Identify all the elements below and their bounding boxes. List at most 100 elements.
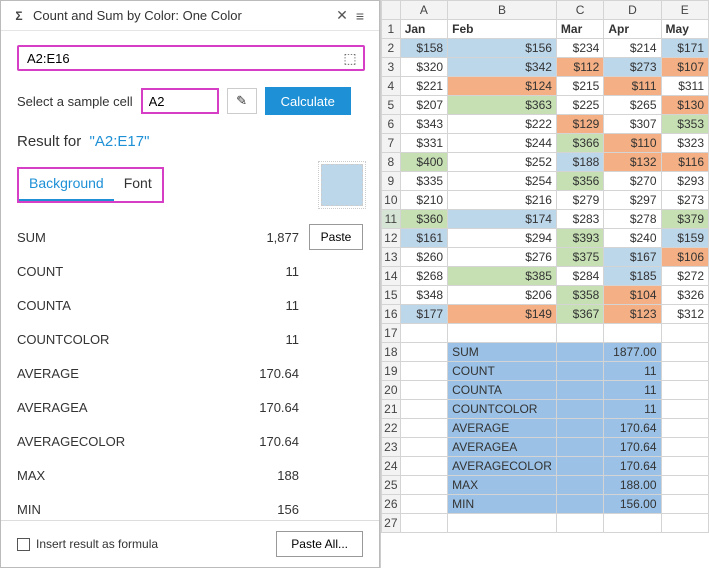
data-cell[interactable]: $272 [661,267,708,286]
data-cell[interactable]: $283 [556,210,603,229]
summary-value[interactable]: 156.00 [604,495,661,514]
row-header[interactable]: 7 [382,134,401,153]
data-cell[interactable]: $356 [556,172,603,191]
row-header[interactable]: 21 [382,400,401,419]
row-header[interactable]: 16 [382,305,401,324]
data-cell[interactable]: $353 [661,115,708,134]
summary-cell[interactable] [556,362,603,381]
data-cell[interactable]: $149 [448,305,557,324]
data-cell[interactable]: $320 [400,58,447,77]
header-cell[interactable]: Jan [400,20,447,39]
summary-value[interactable]: 11 [604,400,661,419]
data-cell[interactable]: $244 [448,134,557,153]
data-cell[interactable]: $123 [604,305,661,324]
row-header[interactable]: 8 [382,153,401,172]
data-cell[interactable]: $177 [400,305,447,324]
data-cell[interactable]: $215 [556,77,603,96]
data-cell[interactable]: $312 [661,305,708,324]
row-header[interactable]: 1 [382,20,401,39]
summary-cell[interactable] [556,457,603,476]
summary-label[interactable]: MAX [448,476,557,495]
summary-label[interactable]: COUNT [448,362,557,381]
col-header[interactable]: D [604,1,661,20]
range-input[interactable] [17,45,365,71]
data-cell[interactable]: $348 [400,286,447,305]
row-header[interactable]: 26 [382,495,401,514]
summary-cell[interactable] [556,419,603,438]
row-header[interactable]: 18 [382,343,401,362]
menu-icon[interactable]: ≡ [351,8,369,24]
summary-label[interactable]: COUNTA [448,381,557,400]
data-cell[interactable]: $174 [448,210,557,229]
data-cell[interactable]: $363 [448,96,557,115]
data-cell[interactable]: $366 [556,134,603,153]
data-cell[interactable]: $335 [400,172,447,191]
data-cell[interactable]: $225 [556,96,603,115]
data-cell[interactable]: $206 [448,286,557,305]
row-header[interactable]: 25 [382,476,401,495]
row-header[interactable]: 5 [382,96,401,115]
data-cell[interactable]: $124 [448,77,557,96]
summary-label[interactable]: AVERAGE [448,419,557,438]
data-cell[interactable]: $111 [604,77,661,96]
data-cell[interactable]: $393 [556,229,603,248]
col-header[interactable]: E [661,1,708,20]
summary-value[interactable]: 11 [604,381,661,400]
data-cell[interactable]: $284 [556,267,603,286]
summary-cell[interactable] [556,495,603,514]
data-cell[interactable]: $161 [400,229,447,248]
data-cell[interactable]: $106 [661,248,708,267]
summary-label[interactable]: AVERAGEA [448,438,557,457]
spreadsheet[interactable]: ABCDE1JanFebMarAprMay2$158$156$234$214$1… [380,0,709,568]
data-cell[interactable]: $240 [604,229,661,248]
data-cell[interactable]: $221 [400,77,447,96]
data-cell[interactable]: $107 [661,58,708,77]
data-cell[interactable]: $343 [400,115,447,134]
data-cell[interactable]: $297 [604,191,661,210]
corner-cell[interactable] [382,1,401,20]
sample-input[interactable] [141,88,219,114]
data-cell[interactable]: $110 [604,134,661,153]
data-cell[interactable]: $379 [661,210,708,229]
data-cell[interactable]: $104 [604,286,661,305]
data-cell[interactable]: $400 [400,153,447,172]
data-cell[interactable]: $210 [400,191,447,210]
data-cell[interactable]: $331 [400,134,447,153]
data-cell[interactable]: $375 [556,248,603,267]
data-cell[interactable]: $367 [556,305,603,324]
row-header[interactable]: 14 [382,267,401,286]
summary-value[interactable]: 170.64 [604,419,661,438]
header-cell[interactable]: Apr [604,20,661,39]
summary-label[interactable]: COUNTCOLOR [448,400,557,419]
close-icon[interactable]: ✕ [333,7,351,24]
color-swatch[interactable] [321,164,363,206]
data-cell[interactable]: $156 [448,39,557,58]
data-cell[interactable]: $234 [556,39,603,58]
header-cell[interactable]: Mar [556,20,603,39]
row-header[interactable]: 24 [382,457,401,476]
summary-value[interactable]: 170.64 [604,457,661,476]
data-cell[interactable]: $207 [400,96,447,115]
tab-font[interactable]: Font [114,169,162,201]
col-header[interactable]: A [400,1,447,20]
row-header[interactable]: 10 [382,191,401,210]
row-header[interactable]: 4 [382,77,401,96]
range-selector-icon[interactable]: ⬚ [337,45,363,71]
data-cell[interactable]: $311 [661,77,708,96]
row-header[interactable]: 17 [382,324,401,343]
data-cell[interactable]: $270 [604,172,661,191]
data-cell[interactable]: $112 [556,58,603,77]
tab-background[interactable]: Background [19,169,114,201]
col-header[interactable]: B [448,1,557,20]
row-header[interactable]: 22 [382,419,401,438]
row-header[interactable]: 3 [382,58,401,77]
row-header[interactable]: 27 [382,514,401,533]
data-cell[interactable]: $326 [661,286,708,305]
data-cell[interactable]: $216 [448,191,557,210]
data-cell[interactable]: $307 [604,115,661,134]
summary-label[interactable]: MIN [448,495,557,514]
row-header[interactable]: 15 [382,286,401,305]
header-cell[interactable]: Feb [448,20,557,39]
header-cell[interactable]: May [661,20,708,39]
data-cell[interactable]: $273 [661,191,708,210]
